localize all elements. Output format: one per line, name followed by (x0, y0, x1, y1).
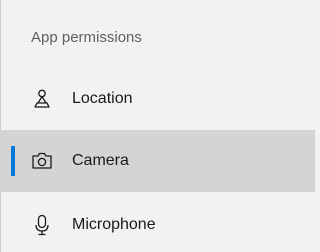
settings-nav-panel: App permissions Location Camera Micropho… (0, 0, 315, 252)
nav-item-location[interactable]: Location (0, 68, 315, 130)
nav-item-label: Location (72, 90, 133, 107)
nav-item-label: Microphone (72, 216, 156, 233)
nav-item-microphone[interactable]: Microphone (0, 194, 315, 252)
nav-item-camera[interactable]: Camera (0, 130, 315, 192)
selection-indicator (11, 146, 15, 176)
nav-item-label: Camera (72, 152, 129, 169)
microphone-icon (31, 214, 53, 236)
camera-icon (31, 150, 53, 172)
location-icon (31, 88, 53, 110)
section-title: App permissions (31, 29, 142, 46)
